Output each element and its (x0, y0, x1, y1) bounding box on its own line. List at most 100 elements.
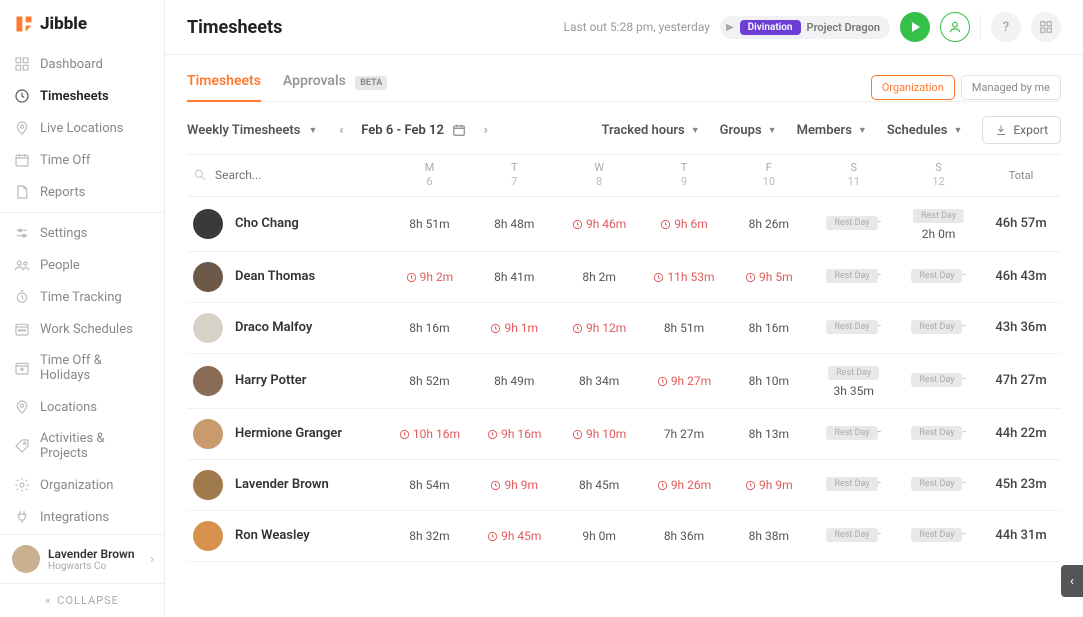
day-cell: Rest Day3h 35m (811, 364, 896, 398)
nav-time-tracking[interactable]: Time Tracking (0, 281, 164, 313)
seg-organization[interactable]: Organization (871, 75, 955, 100)
activity-pill[interactable]: ▶ Divination Project Dragon (720, 16, 890, 39)
table-row[interactable]: Harry Potter 8h 52m8h 49m8h 34m9h 27m8h … (187, 354, 1061, 409)
filter-tracked-hours[interactable]: Tracked hours▼ (601, 123, 699, 138)
caret-down-icon: ▼ (858, 125, 867, 136)
day-cell: Rest Day2h 0m (896, 207, 981, 241)
nav-activities-projects[interactable]: Activities & Projects (0, 423, 164, 469)
nav-people[interactable]: People (0, 249, 164, 281)
logo-icon (14, 14, 34, 34)
page-title: Timesheets (187, 17, 282, 38)
nav-locations[interactable]: Locations (0, 391, 164, 423)
table-row[interactable]: Lavender Brown 8h 54m9h 9m8h 45m9h 26m9h… (187, 460, 1061, 511)
tab-timesheets[interactable]: Timesheets (187, 73, 261, 101)
view-selector-label: Weekly Timesheets (187, 123, 300, 138)
nav-settings[interactable]: Settings (0, 217, 164, 249)
day-cell: Rest Day- (811, 424, 896, 444)
search-icon (193, 168, 207, 182)
filter-schedules[interactable]: Schedules▼ (887, 123, 963, 138)
next-week-button[interactable]: › (480, 119, 492, 142)
grid-icon (14, 56, 30, 72)
filter-members[interactable]: Members ▼ (797, 123, 867, 138)
profile-button[interactable] (940, 12, 970, 42)
person-name: Lavender Brown (235, 477, 329, 492)
overtime-clock-icon (490, 323, 501, 334)
day-cell: 9h 10m (557, 427, 642, 441)
day-cell: Rest Day- (896, 424, 981, 444)
day-cell: 10h 16m (387, 427, 472, 441)
user-org: Hogwarts Co (48, 561, 135, 572)
play-button[interactable] (900, 12, 930, 42)
nav-dashboard[interactable]: Dashboard (0, 48, 164, 80)
sidebar-user[interactable]: Lavender Brown Hogwarts Co › (0, 534, 164, 583)
search-input[interactable] (215, 168, 335, 182)
sidebar-nav: DashboardTimesheetsLive LocationsTime Of… (0, 44, 164, 534)
name-cell: Harry Potter (187, 366, 387, 396)
person-name: Hermione Granger (235, 426, 342, 441)
day-cell: 8h 48m (472, 217, 557, 231)
day-header: T7 (472, 161, 557, 190)
table-row[interactable]: Cho Chang 8h 51m8h 48m9h 46m9h 6m8h 26mR… (187, 197, 1061, 252)
filter-groups[interactable]: Groups▼ (720, 123, 777, 138)
day-cell: 9h 2m (387, 270, 472, 284)
avatar-icon (193, 419, 223, 449)
nav-live-locations[interactable]: Live Locations (0, 112, 164, 144)
day-cell: Rest Day- (896, 318, 981, 338)
rest-day-badge: Rest Day (826, 320, 877, 334)
export-button[interactable]: Export (982, 116, 1061, 144)
date-range-label: Feb 6 - Feb 12 (361, 123, 444, 138)
day-cell: 9h 5m (726, 270, 811, 284)
day-cell: Rest Day- (896, 371, 981, 391)
people-icon (14, 257, 30, 273)
chevron-right-icon: › (150, 552, 154, 567)
table-row[interactable]: Dean Thomas 9h 2m8h 41m8h 2m11h 53m9h 5m… (187, 252, 1061, 303)
overtime-clock-icon (487, 531, 498, 542)
topbar: Timesheets Last out 5:28 pm, yesterday ▶… (165, 0, 1083, 55)
prev-week-button[interactable]: ‹ (335, 119, 347, 142)
avatar-icon (193, 470, 223, 500)
tab-approvals[interactable]: Approvals BETA (283, 73, 387, 101)
day-cell: 8h 26m (726, 217, 811, 231)
total-cell: 47h 27m (981, 373, 1061, 388)
total-cell: 46h 43m (981, 269, 1061, 284)
avatar-icon (193, 209, 223, 239)
day-cell: Rest Day- (896, 475, 981, 495)
beta-badge: BETA (355, 76, 387, 90)
total-cell: 44h 31m (981, 528, 1061, 543)
day-cell: Rest Day- (896, 526, 981, 546)
overtime-clock-icon (487, 429, 498, 440)
total-cell: 43h 36m (981, 320, 1061, 335)
nav-organization[interactable]: Organization (0, 469, 164, 501)
nav-label: Time Off & Holidays (40, 353, 150, 383)
day-cell: 8h 54m (387, 478, 472, 492)
nav-work-schedules[interactable]: Work Schedules (0, 313, 164, 345)
last-out-text: Last out 5:28 pm, yesterday (563, 20, 709, 34)
seg-managed-by-me[interactable]: Managed by me (961, 75, 1061, 100)
filter-schedules-label: Schedules (887, 123, 948, 138)
nav-label: Organization (40, 478, 113, 493)
apps-button[interactable] (1031, 12, 1061, 42)
nav-time-off-holidays[interactable]: Time Off & Holidays (0, 345, 164, 391)
table-row[interactable]: Hermione Granger 10h 16m9h 16m9h 10m7h 2… (187, 409, 1061, 460)
date-range[interactable]: Feb 6 - Feb 12 (361, 123, 466, 138)
nav-integrations[interactable]: Integrations (0, 501, 164, 533)
overtime-clock-icon (657, 480, 668, 491)
nav-reports[interactable]: Reports (0, 176, 164, 208)
table-row[interactable]: Ron Weasley 8h 32m9h 45m9h 0m8h 36m8h 38… (187, 511, 1061, 562)
sliders-icon (14, 225, 30, 241)
download-icon (995, 124, 1007, 136)
collapse-button[interactable]: COLLAPSE (0, 583, 164, 617)
table-row[interactable]: Draco Malfoy 8h 16m9h 1m9h 12m8h 51m8h 1… (187, 303, 1061, 354)
filter-members-label: Members (797, 123, 852, 138)
rest-day-badge: Rest Day (826, 477, 877, 491)
day-header: S11 (811, 161, 896, 190)
edge-collapse-tab[interactable]: ‹ (1061, 565, 1083, 597)
play-icon (909, 21, 921, 33)
chevron-left-icon: ‹ (1070, 574, 1074, 589)
help-button[interactable]: ? (991, 12, 1021, 42)
day-cell: 9h 16m (472, 427, 557, 441)
overtime-clock-icon (572, 429, 583, 440)
nav-time-off[interactable]: Time Off (0, 144, 164, 176)
nav-timesheets[interactable]: Timesheets (0, 80, 164, 112)
view-selector[interactable]: Weekly Timesheets ▼ (187, 123, 317, 138)
